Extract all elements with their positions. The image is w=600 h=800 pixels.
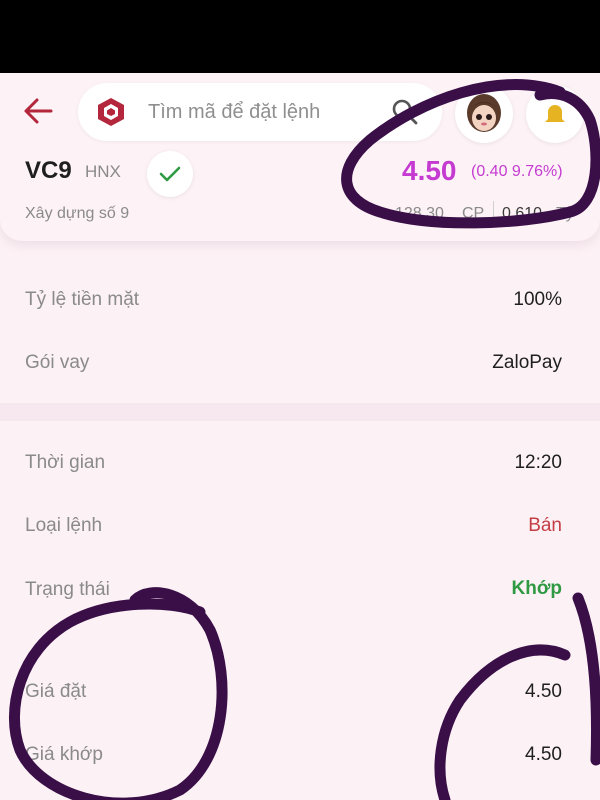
status-label: Trạng thái [25,579,110,600]
loan-package-value: ZaloPay [492,352,562,373]
matched-price-label: Giá khớp [25,744,103,765]
order-price-label: Giá đặt [25,681,87,702]
cash-ratio-value: 100% [513,289,562,310]
back-button[interactable] [18,93,58,129]
volume-unit: CP [462,205,485,222]
brand-logo-icon [98,98,124,126]
search-icon[interactable] [390,97,420,127]
price-change: (0.40 9.76%) [471,163,563,180]
cash-ratio-label: Tỷ lệ tiền mặt [25,289,140,310]
stock-price: 4.50 [402,155,457,186]
order-type-label: Loại lệnh [25,515,103,536]
order-price-value: 4.50 [525,681,562,702]
stock-exchange: HNX [85,162,121,181]
trade-volume: 128.30 [395,205,444,222]
watchlist-check-button[interactable] [147,151,193,197]
value-unit: Tỷ [556,205,574,222]
stock-header: VC9 HNX Xây dựng số 9 4.50 (0.40 9.76%) … [0,73,600,241]
search-bar[interactable] [78,83,442,141]
time-label: Thời gian [25,452,106,473]
status-value: Khớp [511,578,562,599]
matched-price-value: 4.50 [525,744,562,765]
order-detail-screen: VC9 HNX Xây dựng số 9 4.50 (0.40 9.76%) … [0,73,600,800]
section-divider [0,403,600,421]
stock-ticker: VC9 [25,157,72,184]
trade-value: 0.610 [502,205,543,222]
bell-icon [545,105,565,122]
time-value: 12:20 [514,452,562,473]
search-input[interactable] [148,98,388,126]
arrow-left-icon [24,98,53,124]
divider [493,201,494,227]
notification-button[interactable] [526,85,584,143]
order-type-value: Bán [528,515,562,536]
avatar-image [455,85,513,143]
user-avatar[interactable] [455,85,513,143]
check-icon [159,166,181,182]
company-name: Xây dựng số 9 [25,205,130,222]
loan-package-label: Gói vay [25,352,90,373]
